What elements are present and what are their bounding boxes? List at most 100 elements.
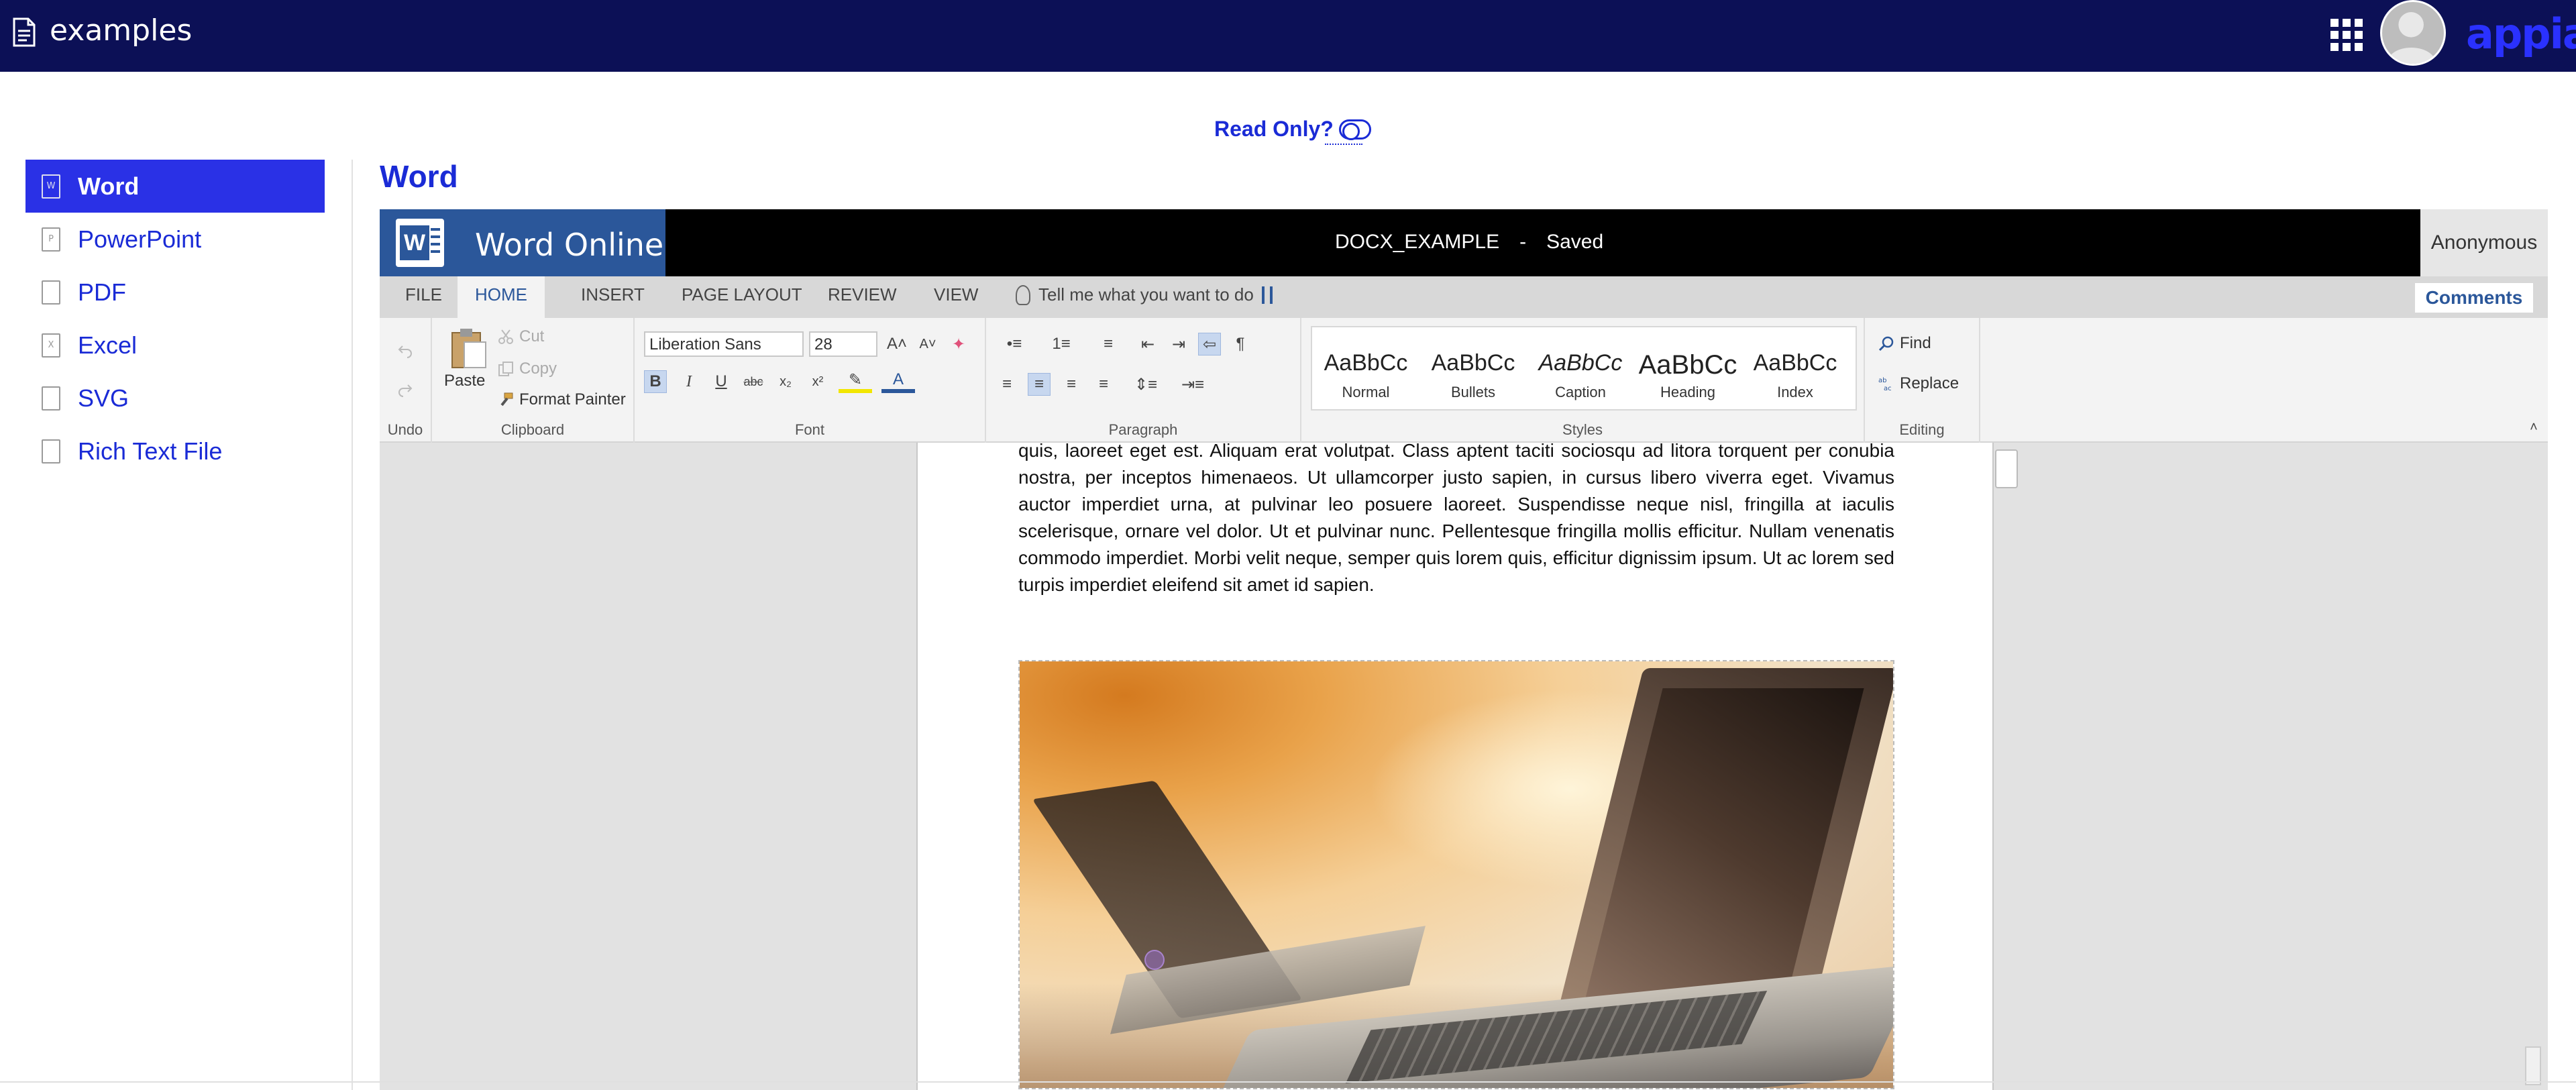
avatar[interactable] — [2380, 0, 2446, 66]
sidebar-item-svg[interactable]: SVG — [25, 372, 325, 425]
user-name[interactable]: Anonymous — [2420, 209, 2548, 276]
style-normal[interactable]: AaBbCc Normal — [1312, 327, 1419, 409]
sidebar-item-powerpoint[interactable]: P PowerPoint — [25, 213, 325, 266]
sidebar-item-word[interactable]: W Word — [25, 160, 325, 213]
style-bullets[interactable]: AaBbCc Bullets — [1419, 327, 1527, 409]
replace-icon: abac — [1878, 377, 1892, 392]
sidebar-item-label: SVG — [78, 384, 129, 412]
strikethrough-button[interactable]: abc — [742, 370, 765, 393]
style-index[interactable]: AaBbCc Index — [1741, 327, 1849, 409]
style-sample: AaBbCc — [1431, 350, 1515, 376]
comments-button[interactable]: Comments — [2415, 283, 2533, 313]
align-center-icon[interactable]: ≡ — [1028, 373, 1051, 396]
document-canvas[interactable]: quis, laoreet eget est. Aliquam erat vol… — [380, 440, 2548, 1090]
grow-font-button[interactable]: A˄ — [885, 333, 908, 356]
page-side-handle[interactable] — [1995, 449, 2018, 488]
pilcrow-icon[interactable]: ¶ — [1229, 333, 1252, 356]
save-status: Saved — [1546, 231, 1604, 253]
app-launcher-icon[interactable] — [2330, 19, 2363, 51]
bullets-icon[interactable]: •≡ — [996, 333, 1033, 356]
highlight-icon[interactable]: ✎ — [839, 370, 872, 393]
style-name: Normal — [1342, 384, 1390, 400]
tab-review[interactable]: REVIEW — [828, 284, 897, 305]
font-size-select[interactable]: 28 — [809, 331, 877, 357]
align-right-icon[interactable]: ≡ — [1060, 373, 1083, 396]
shrink-font-button[interactable]: A˅ — [916, 333, 939, 356]
subscript-button[interactable]: x₂ — [774, 370, 797, 393]
tell-me-box[interactable]: Tell me what you want to do — [1016, 284, 1273, 305]
style-name: Heading — [1660, 384, 1715, 400]
clipboard-group-label: Clipboard — [500, 421, 565, 438]
paragraph-group: •≡ 1≡ ≡ ⇤ ⇥ ⇦ ¶ ≡ ≡ ≡ ≡ ⇕≡ ⇥≡ Paragraph — [986, 318, 1301, 443]
font-name-select[interactable]: Liberation Sans — [644, 331, 804, 357]
bottom-border — [0, 1081, 2576, 1083]
cut-button[interactable]: Cut — [519, 327, 544, 346]
tab-page-layout[interactable]: PAGE LAYOUT — [682, 284, 802, 305]
multilevel-list-icon[interactable]: ≡ — [1089, 333, 1127, 356]
word-online-brand[interactable]: W Word Online — [380, 209, 665, 276]
tab-home[interactable]: HOME — [458, 276, 545, 318]
undo-icon[interactable] — [397, 342, 413, 358]
app-title[interactable]: examples — [50, 13, 192, 48]
superscript-button[interactable]: x² — [806, 370, 829, 393]
paste-button[interactable]: Paste — [444, 372, 485, 390]
brand-logo[interactable]: appian — [2466, 9, 2576, 58]
sidebar-item-excel[interactable]: X Excel — [25, 319, 325, 372]
style-sample: AaBbCc — [1638, 350, 1737, 380]
style-sample: AaBbCc — [1324, 350, 1408, 376]
style-name: Bullets — [1450, 384, 1496, 400]
format-painter-button[interactable]: Format Painter — [519, 390, 626, 409]
document-name[interactable]: DOCX_EXAMPLE — [1335, 231, 1499, 254]
sidebar-item-label: Word — [78, 172, 140, 200]
sidebar: W Word P PowerPoint PDF X Excel SVG Rich Text Fi… — [25, 160, 325, 478]
font-group: Liberation Sans 28 A˄ A˅ ✦ B I U abc x₂ … — [635, 318, 986, 443]
tell-me-text: Tell me what you want to do — [1038, 284, 1254, 305]
toggle-underline — [1325, 144, 1362, 145]
document-page[interactable]: quis, laoreet eget est. Aliquam erat vol… — [916, 440, 1994, 1090]
word-online-name: Word Online — [475, 227, 664, 263]
tab-insert[interactable]: INSERT — [581, 284, 645, 305]
pdf-file-icon — [42, 280, 60, 305]
activity-icon[interactable] — [1261, 286, 1273, 304]
svg-text:ab: ab — [1878, 377, 1886, 384]
image-file-icon — [42, 386, 60, 411]
line-spacing-icon[interactable]: ⇕≡ — [1127, 373, 1165, 396]
paragraph-indent-icon[interactable]: ⇥≡ — [1174, 373, 1212, 396]
paste-icon[interactable] — [449, 327, 488, 370]
scrollbar-handle[interactable] — [2525, 1046, 2541, 1085]
collapse-ribbon-icon[interactable]: ˄ — [2522, 416, 2545, 439]
powerpoint-file-icon: P — [42, 227, 60, 252]
undo-group-label: Undo — [387, 421, 423, 438]
increase-indent-icon[interactable]: ⇥ — [1167, 333, 1190, 356]
sidebar-item-label: Excel — [78, 331, 138, 359]
clear-formatting-icon[interactable]: ✦ — [947, 333, 970, 356]
align-left-icon[interactable]: ≡ — [996, 373, 1018, 396]
font-color-icon[interactable]: A — [881, 370, 915, 393]
document-paragraph[interactable]: quis, laoreet eget est. Aliquam erat vol… — [1018, 437, 1894, 598]
ltr-icon[interactable]: ⇦ — [1198, 333, 1221, 356]
styles-gallery: AaBbCc Normal AaBbCc Bullets AaBbCc Caption Aa… — [1311, 326, 1857, 411]
justify-icon[interactable]: ≡ — [1092, 373, 1115, 396]
italic-button[interactable]: I — [678, 370, 700, 393]
copy-button[interactable]: Copy — [519, 360, 557, 378]
lightbulb-icon — [1016, 284, 1030, 305]
tab-file[interactable]: FILE — [405, 284, 442, 305]
bold-button[interactable]: B — [644, 370, 667, 393]
style-caption[interactable]: AaBbCc Caption — [1527, 327, 1634, 409]
read-only-control: Read Only? — [1214, 117, 1371, 145]
read-only-toggle[interactable] — [1338, 119, 1371, 140]
editor-header: W Word Online DOCX_EXAMPLE - Saved Anony… — [380, 209, 2548, 276]
page-title: Word — [380, 159, 458, 194]
sidebar-item-label: PDF — [78, 278, 126, 306]
style-heading[interactable]: AaBbCc Heading — [1634, 327, 1741, 409]
document-image[interactable] — [1018, 660, 1894, 1089]
replace-button[interactable]: Replace — [1900, 374, 1959, 393]
redo-icon[interactable] — [397, 381, 413, 397]
decrease-indent-icon[interactable]: ⇤ — [1136, 333, 1159, 356]
underline-button[interactable]: U — [710, 370, 733, 393]
find-button[interactable]: Find — [1900, 334, 1931, 353]
sidebar-item-pdf[interactable]: PDF — [25, 266, 325, 319]
numbering-icon[interactable]: 1≡ — [1042, 333, 1080, 356]
sidebar-item-rich-text-file[interactable]: Rich Text File — [25, 425, 325, 478]
tab-view[interactable]: VIEW — [934, 284, 978, 305]
